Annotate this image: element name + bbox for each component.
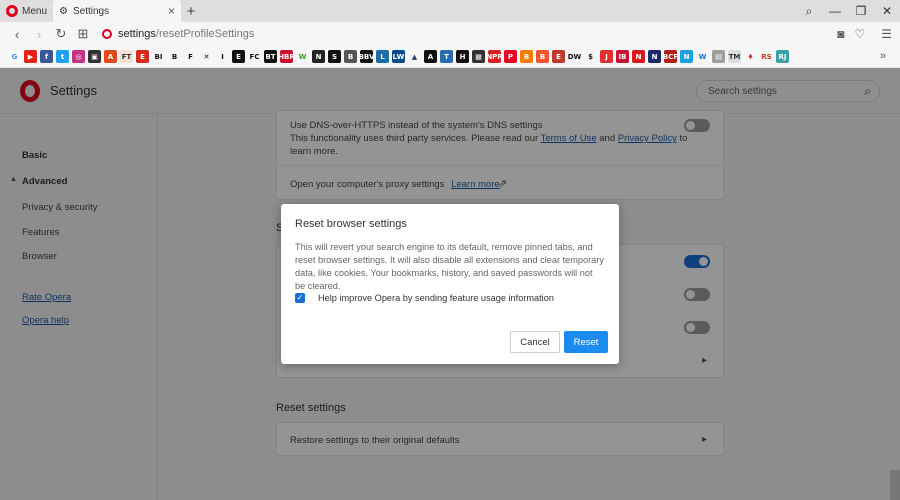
close-tab-icon[interactable]: ×	[168, 4, 175, 18]
bookmark-icon[interactable]: E	[552, 50, 565, 63]
camera-icon[interactable]: ◙	[837, 27, 844, 41]
bookmark-icon[interactable]: ▶	[24, 50, 37, 63]
restore-icon[interactable]: ❐	[848, 4, 874, 18]
dialog-body: This will revert your search engine to i…	[295, 242, 604, 291]
tab-title: Settings	[72, 5, 110, 17]
bookmark-icon[interactable]: F	[184, 50, 197, 63]
gear-icon: ⚙	[59, 5, 68, 17]
bookmark-icon[interactable]: W	[296, 50, 309, 63]
reload-icon[interactable]: ↻	[50, 26, 72, 42]
minimize-icon[interactable]: —	[822, 4, 848, 18]
opera-logo-icon	[102, 29, 112, 39]
bookmark-icon[interactable]: BT	[264, 50, 277, 63]
bookmark-icon[interactable]: ▦	[472, 50, 485, 63]
bookmark-icon[interactable]: S	[328, 50, 341, 63]
more-bookmarks-icon[interactable]: »	[880, 50, 886, 62]
bookmark-icon[interactable]: B	[536, 50, 549, 63]
bookmark-icon[interactable]: IB	[616, 50, 629, 63]
bookmark-icon[interactable]: N	[680, 50, 693, 63]
opera-logo-icon	[6, 5, 18, 17]
bookmark-icon[interactable]: ◎	[72, 50, 85, 63]
bookmark-icon[interactable]: E	[136, 50, 149, 63]
bookmark-icon[interactable]: B	[520, 50, 533, 63]
url-field[interactable]: settings/resetProfileSettings	[102, 28, 254, 40]
usage-info-label: Help improve Opera by sending feature us…	[318, 293, 554, 303]
bookmark-icon[interactable]: RJ	[776, 50, 789, 63]
forward-icon[interactable]: ›	[28, 27, 50, 42]
bookmark-icon[interactable]: I	[216, 50, 229, 63]
window-controls: ⌕ — ❐ ✕	[796, 0, 900, 22]
tab-settings[interactable]: ⚙ Settings ×	[53, 0, 182, 22]
bookmark-icon[interactable]: A	[104, 50, 117, 63]
bookmark-icon[interactable]: N	[632, 50, 645, 63]
modal-backdrop-header	[0, 68, 900, 114]
url-host: settings	[118, 28, 156, 40]
bookmark-icon[interactable]: L	[376, 50, 389, 63]
bookmark-icon[interactable]: t	[56, 50, 69, 63]
bookmark-icon[interactable]: ♦	[744, 50, 757, 63]
bookmark-icon[interactable]: H	[456, 50, 469, 63]
bookmark-icon[interactable]: TM	[728, 50, 741, 63]
bookmark-icon[interactable]: BBV	[360, 50, 373, 63]
bookmark-icon[interactable]: ▲	[408, 50, 421, 63]
bookmark-icon[interactable]: ▣	[88, 50, 101, 63]
bookmark-icon[interactable]: N	[312, 50, 325, 63]
speed-dial-icon[interactable]: ⊞	[72, 26, 94, 42]
bookmark-icon[interactable]: DW	[568, 50, 581, 63]
dialog-title: Reset browser settings	[295, 218, 407, 230]
opera-menu-button[interactable]: Menu	[0, 0, 53, 22]
address-actions: ◙ ♡ ☰	[837, 22, 892, 46]
bookmark-icon[interactable]: B	[344, 50, 357, 63]
bookmark-icon[interactable]: FT	[120, 50, 133, 63]
search-tabs-icon[interactable]: ⌕	[796, 4, 822, 19]
bookmark-icon[interactable]: BI	[152, 50, 165, 63]
usage-info-checkbox[interactable]: ✓	[295, 293, 305, 303]
reset-button[interactable]: Reset	[564, 331, 608, 353]
new-tab-button[interactable]: +	[181, 3, 201, 20]
cancel-button[interactable]: Cancel	[510, 331, 560, 353]
bookmark-icon[interactable]: A	[424, 50, 437, 63]
bookmark-icon[interactable]: B	[168, 50, 181, 63]
back-icon[interactable]: ‹	[6, 27, 28, 42]
reset-browser-dialog: Reset browser settings This will revert …	[281, 204, 619, 364]
bookmark-icon[interactable]: RS	[760, 50, 773, 63]
bookmark-icon[interactable]: LW	[392, 50, 405, 63]
bookmark-icon[interactable]: HBR	[280, 50, 293, 63]
bookmark-icon[interactable]: ✕	[200, 50, 213, 63]
bookmark-icon[interactable]: NPR	[488, 50, 501, 63]
bookmark-icon[interactable]: W	[696, 50, 709, 63]
bookmark-icon[interactable]: BCF	[664, 50, 677, 63]
bookmark-icon[interactable]: G	[8, 50, 21, 63]
bookmark-icon[interactable]: N	[648, 50, 661, 63]
bookmark-icon[interactable]: E	[232, 50, 245, 63]
url-path: /resetProfileSettings	[155, 28, 255, 40]
bookmark-icon[interactable]: T	[440, 50, 453, 63]
address-bar: ‹ › ↻ ⊞ settings/resetProfileSettings ◙ …	[0, 22, 900, 46]
bookmark-icon[interactable]: $	[584, 50, 597, 63]
tab-strip: Menu ⚙ Settings × + ⌕ — ❐ ✕	[0, 0, 900, 22]
close-window-icon[interactable]: ✕	[874, 4, 900, 18]
bookmarks-bar: G ▶ f t ◎ ▣ A FT E BI B F ✕ I E FC BT HBR W N S B BBV L LW ▲ A T H ▦ N…	[0, 46, 900, 68]
bookmark-icon[interactable]: P	[504, 50, 517, 63]
heart-icon[interactable]: ♡	[854, 27, 865, 41]
bookmark-icon[interactable]: f	[40, 50, 53, 63]
bookmark-icon[interactable]: ▤	[712, 50, 725, 63]
bookmark-icon[interactable]: FC	[248, 50, 261, 63]
menu-label: Menu	[22, 5, 48, 17]
bookmark-icon[interactable]: J	[600, 50, 613, 63]
easy-setup-icon[interactable]: ☰	[881, 27, 892, 41]
